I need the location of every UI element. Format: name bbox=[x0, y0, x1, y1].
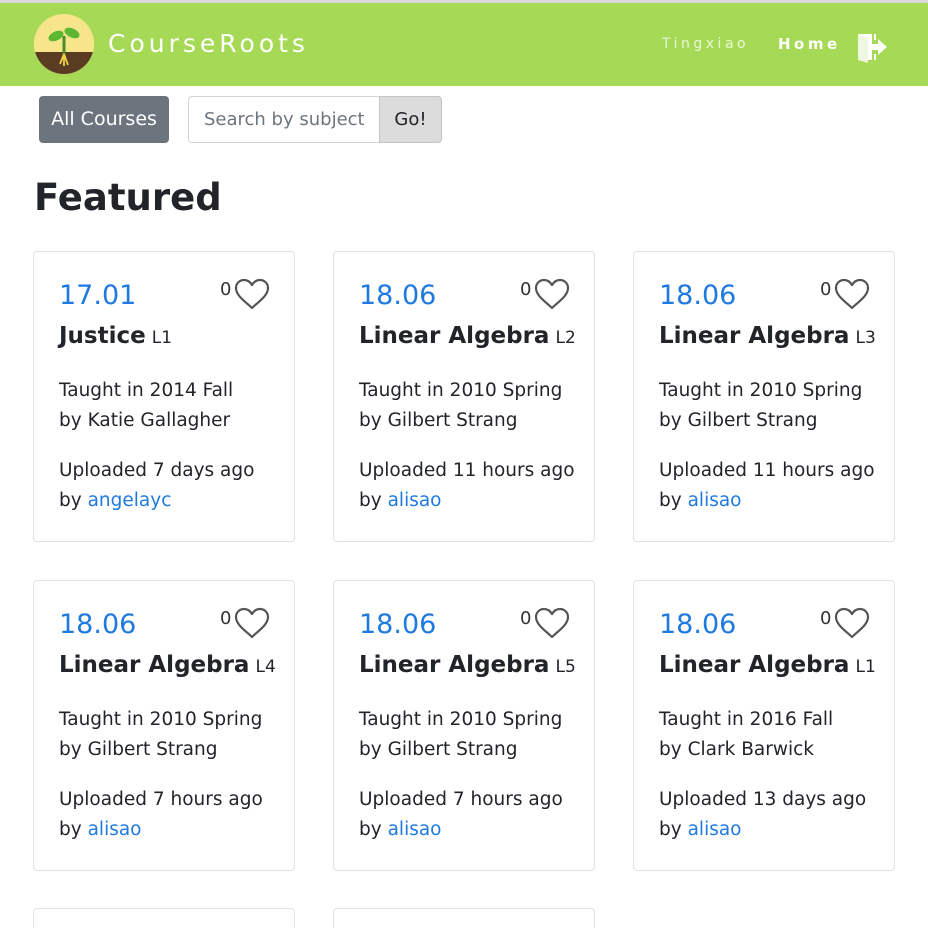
course-title: Linear Algebra bbox=[359, 652, 550, 678]
course-card-partial[interactable] bbox=[333, 908, 595, 928]
like-count: 0 bbox=[820, 608, 832, 629]
course-title-line: Linear Algebra L5 bbox=[359, 652, 576, 678]
course-card[interactable]: 17.01 0 Justice L1 Taught in 2014 Fall by… bbox=[33, 251, 295, 542]
heart-icon[interactable] bbox=[234, 607, 270, 639]
heart-icon[interactable] bbox=[834, 278, 870, 310]
instructor: by Gilbert Strang bbox=[659, 410, 818, 431]
taught-term: Taught in 2010 Spring bbox=[359, 709, 563, 730]
course-level: L1 bbox=[151, 328, 173, 348]
course-code-link[interactable]: 18.06 bbox=[359, 609, 436, 640]
course-card[interactable]: 18.06 0 Linear Algebra L3 Taught in 2010 … bbox=[633, 251, 895, 542]
uploader-link[interactable]: alisao bbox=[388, 490, 442, 511]
featured-heading: Featured bbox=[34, 176, 222, 219]
instructor: by Gilbert Strang bbox=[359, 410, 518, 431]
course-title-line: Linear Algebra L4 bbox=[59, 652, 276, 678]
courseroots-logo[interactable] bbox=[34, 14, 94, 74]
uploaded-time: Uploaded 11 hours ago bbox=[359, 460, 575, 481]
all-courses-button[interactable]: All Courses bbox=[39, 96, 169, 143]
course-title: Linear Algebra bbox=[359, 323, 550, 349]
course-code-link[interactable]: 18.06 bbox=[359, 280, 436, 311]
heart-icon[interactable] bbox=[834, 607, 870, 639]
course-title-line: Linear Algebra L1 bbox=[659, 652, 876, 678]
course-title-line: Linear Algebra L2 bbox=[359, 323, 576, 349]
nav-user-link[interactable]: Tingxiao bbox=[662, 36, 749, 52]
course-card[interactable]: 18.06 0 Linear Algebra L2 Taught in 2010 … bbox=[333, 251, 595, 542]
course-level: L2 bbox=[555, 328, 576, 348]
course-title: Justice bbox=[59, 323, 146, 349]
uploaded-time: Uploaded 7 hours ago bbox=[359, 789, 563, 810]
instructor: by Gilbert Strang bbox=[359, 739, 518, 760]
instructor: by Gilbert Strang bbox=[59, 739, 218, 760]
course-title: Linear Algebra bbox=[659, 652, 850, 678]
course-level: L3 bbox=[855, 328, 876, 348]
uploader-line: by angelayc bbox=[59, 490, 172, 511]
course-code-link[interactable]: 18.06 bbox=[659, 280, 736, 311]
like-count: 0 bbox=[820, 279, 832, 300]
go-button[interactable]: Go! bbox=[379, 96, 442, 143]
course-title: Linear Algebra bbox=[59, 652, 250, 678]
like-count: 0 bbox=[520, 608, 532, 629]
uploader-link[interactable]: angelayc bbox=[88, 490, 172, 511]
uploaded-time: Uploaded 11 hours ago bbox=[659, 460, 875, 481]
course-level: L1 bbox=[855, 657, 876, 677]
course-card[interactable]: 18.06 0 Linear Algebra L1 Taught in 2016 … bbox=[633, 580, 895, 871]
uploader-line: by alisao bbox=[659, 490, 742, 511]
uploaded-time: Uploaded 13 days ago bbox=[659, 789, 867, 810]
course-code-link[interactable]: 18.06 bbox=[659, 609, 736, 640]
uploader-link[interactable]: alisao bbox=[388, 819, 442, 840]
course-card-partial[interactable] bbox=[33, 908, 295, 928]
course-title: Linear Algebra bbox=[659, 323, 850, 349]
course-card[interactable]: 18.06 0 Linear Algebra L5 Taught in 2010 … bbox=[333, 580, 595, 871]
course-card[interactable]: 18.06 0 Linear Algebra L4 Taught in 2010 … bbox=[33, 580, 295, 871]
top-navbar: CourseRoots Tingxiao Home bbox=[0, 0, 928, 86]
uploaded-time: Uploaded 7 days ago bbox=[59, 460, 255, 481]
uploader-line: by alisao bbox=[359, 490, 442, 511]
uploader-line: by alisao bbox=[59, 819, 142, 840]
uploader-link[interactable]: alisao bbox=[88, 819, 142, 840]
uploader-line: by alisao bbox=[659, 819, 742, 840]
like-count: 0 bbox=[520, 279, 532, 300]
course-code-link[interactable]: 17.01 bbox=[59, 280, 136, 311]
instructor: by Katie Gallagher bbox=[59, 410, 231, 431]
course-level: L5 bbox=[555, 657, 576, 677]
taught-term: Taught in 2010 Spring bbox=[359, 380, 563, 401]
like-count: 0 bbox=[220, 279, 232, 300]
heart-icon[interactable] bbox=[534, 607, 570, 639]
uploader-line: by alisao bbox=[359, 819, 442, 840]
nav-home-link[interactable]: Home bbox=[778, 35, 841, 53]
like-count: 0 bbox=[220, 608, 232, 629]
brand-name[interactable]: CourseRoots bbox=[108, 29, 309, 58]
taught-term: Taught in 2016 Fall bbox=[659, 709, 834, 730]
uploaded-time: Uploaded 7 hours ago bbox=[59, 789, 263, 810]
course-title-line: Linear Algebra L3 bbox=[659, 323, 876, 349]
heart-icon[interactable] bbox=[234, 278, 270, 310]
course-title-line: Justice L1 bbox=[59, 323, 172, 349]
taught-term: Taught in 2014 Fall bbox=[59, 380, 234, 401]
instructor: by Clark Barwick bbox=[659, 739, 814, 760]
search-input[interactable] bbox=[188, 96, 380, 143]
taught-term: Taught in 2010 Spring bbox=[659, 380, 863, 401]
course-level: L4 bbox=[255, 657, 276, 677]
uploader-link[interactable]: alisao bbox=[688, 819, 742, 840]
uploader-link[interactable]: alisao bbox=[688, 490, 742, 511]
logout-icon[interactable] bbox=[856, 31, 888, 63]
heart-icon[interactable] bbox=[534, 278, 570, 310]
taught-term: Taught in 2010 Spring bbox=[59, 709, 263, 730]
course-code-link[interactable]: 18.06 bbox=[59, 609, 136, 640]
